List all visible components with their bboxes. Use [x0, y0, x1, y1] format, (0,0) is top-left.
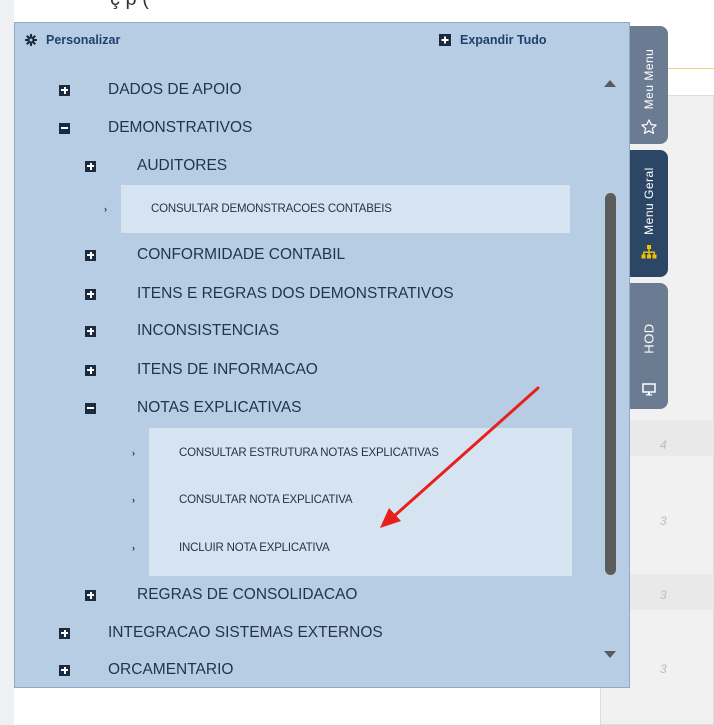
annotation-arrow — [380, 386, 540, 528]
arrow-shaft — [390, 386, 540, 520]
screen: ç p ( 4 3 3 3 — [0, 0, 714, 725]
